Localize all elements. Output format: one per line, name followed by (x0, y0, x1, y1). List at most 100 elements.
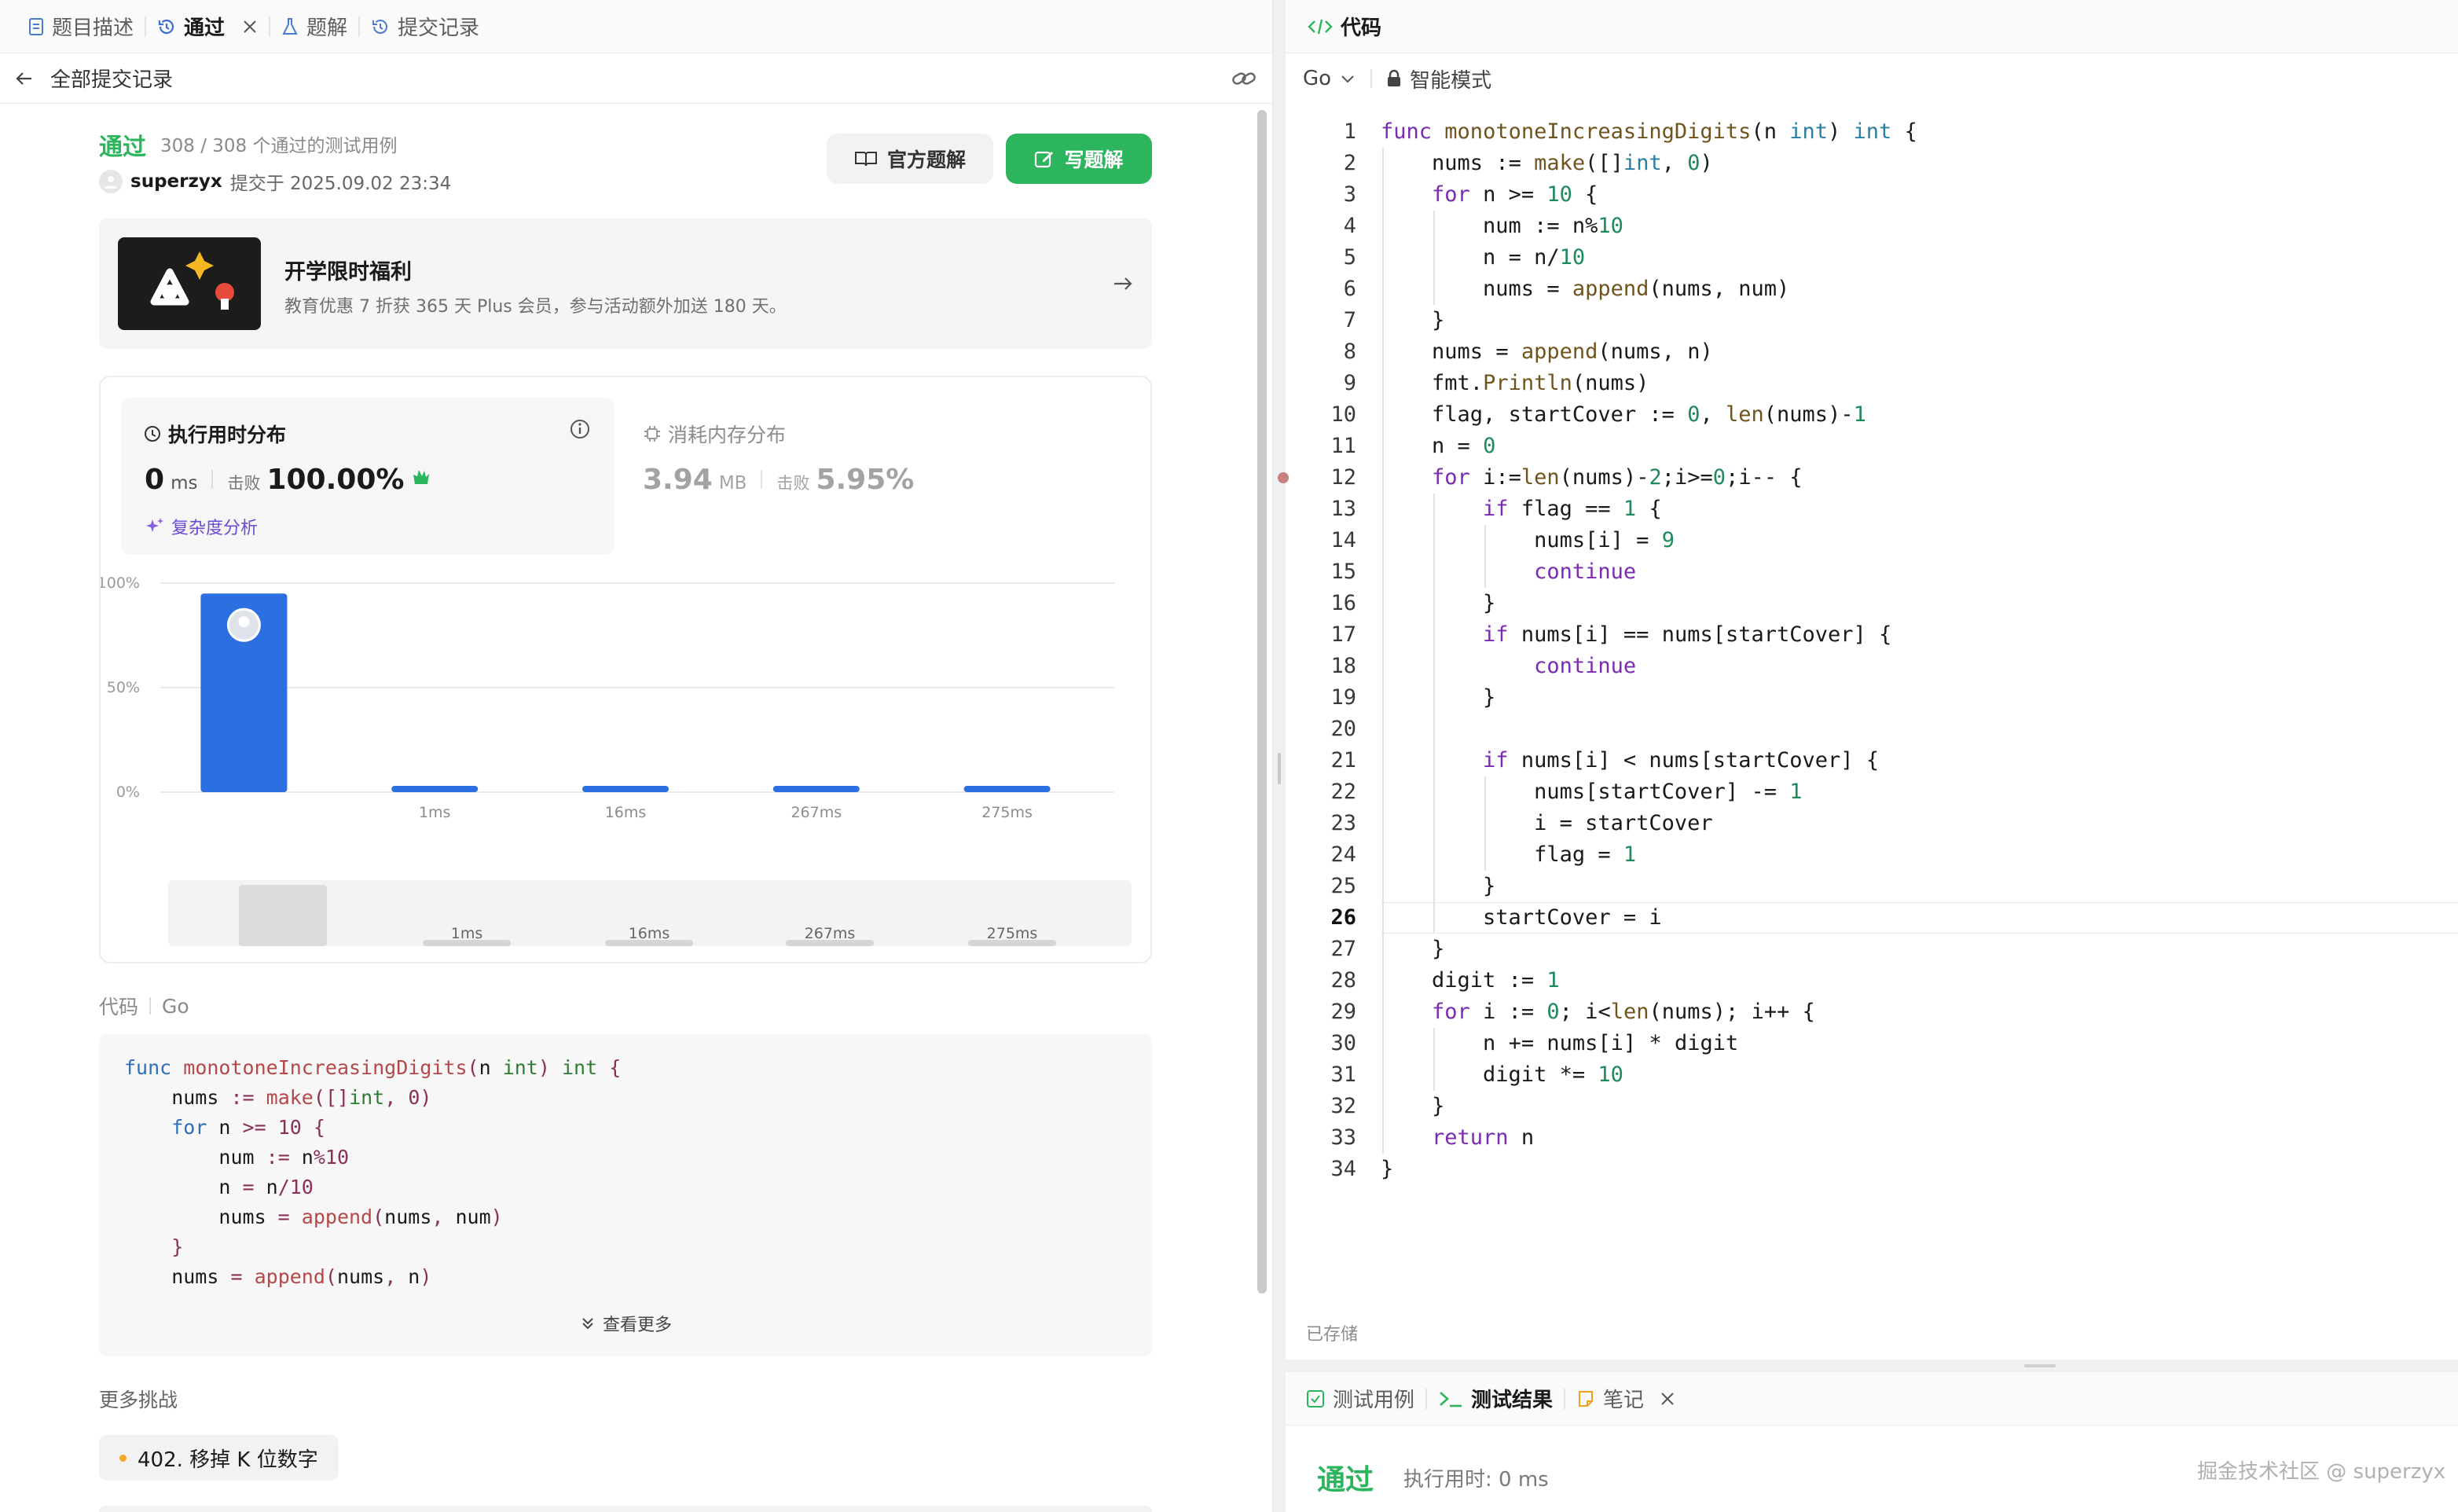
line-number[interactable]: 34 (1286, 1154, 1356, 1185)
runtime-title: 执行用时分布 (168, 424, 287, 446)
line-number[interactable]: 32 (1286, 1091, 1356, 1122)
all-submissions-link[interactable]: 全部提交记录 (50, 64, 173, 93)
close-icon[interactable] (1660, 1391, 1675, 1407)
distribution-bar[interactable] (582, 786, 669, 792)
tab-test-result[interactable]: 测试结果 (1427, 1372, 1564, 1426)
book-icon (854, 149, 878, 168)
tab-notes[interactable]: 笔记 (1565, 1372, 1686, 1426)
panel-resize-handle[interactable] (1278, 753, 1281, 784)
runtime-panel[interactable]: 执行用时分布 0 ms 击败 100.00% 复杂度分析 (121, 398, 614, 555)
bottom-resize-handle[interactable] (2024, 1364, 2056, 1367)
indent-guide (1433, 211, 1435, 305)
promo-banner[interactable]: 开学限时福利 教育优惠 7 折获 365 天 Plus 会员，参与活动额外加送 … (99, 218, 1152, 349)
write-solution-button[interactable]: 写题解 (1006, 134, 1152, 184)
editor-line[interactable] (1286, 305, 2458, 336)
chevron-down-icon[interactable] (1339, 70, 1356, 87)
note-icon (1576, 1389, 1595, 1408)
line-number[interactable]: 24 (1286, 839, 1356, 871)
test-result-runtime: 执行用时: 0 ms (1403, 1468, 1549, 1492)
tab-submissions[interactable]: 提交记录 (360, 0, 490, 53)
left-tabbar: 题目描述 通过 题解 提交记录 (0, 0, 1272, 53)
indent-guide (1382, 148, 1384, 1154)
line-number[interactable]: 23 (1286, 808, 1356, 839)
editor-line[interactable] (1286, 714, 2458, 745)
editor-toolbar: Go 智能模式 (1286, 53, 2458, 104)
user-row: superzyx 提交于 2025.09.02 23:34 (99, 168, 451, 195)
next-card-edge (99, 1506, 1152, 1512)
distribution-bar[interactable] (772, 786, 860, 792)
tab-code-label: 代码 (1341, 17, 1382, 40)
arrow-left-icon[interactable] (14, 68, 35, 89)
line-number[interactable]: 17 (1286, 619, 1356, 651)
history-icon (157, 17, 176, 36)
code-text: nums = append(nums, num) (1381, 277, 1790, 301)
challenge-chip[interactable]: 402. 移掉 K 位数字 (99, 1435, 339, 1481)
code-text: nums = append(nums, n) (1381, 339, 1713, 364)
tab-testcases[interactable]: 测试用例 (1295, 1372, 1425, 1426)
line-number[interactable]: 11 (1286, 431, 1356, 462)
arrow-right-icon[interactable] (1111, 272, 1135, 295)
chart-overview-slider[interactable]: 1ms 16ms 267ms 275ms (168, 880, 1132, 946)
language-select[interactable]: Go (1303, 67, 1331, 90)
line-number[interactable]: 15 (1286, 556, 1356, 588)
editor-line[interactable] (1286, 1091, 2458, 1122)
left-scrollbar[interactable] (1257, 110, 1267, 1294)
avatar[interactable] (99, 170, 123, 193)
smart-mode-label[interactable]: 智能模式 (1410, 64, 1491, 94)
line-number[interactable]: 19 (1286, 682, 1356, 714)
distribution-bar[interactable] (963, 786, 1051, 792)
line-number[interactable]: 8 (1286, 336, 1356, 368)
line-number[interactable]: 27 (1286, 934, 1356, 965)
tab-accepted[interactable]: 通过 (146, 0, 269, 53)
line-number[interactable]: 26 (1286, 902, 1356, 934)
status-accepted: 通过 (99, 134, 146, 161)
official-solution-button[interactable]: 官方题解 (827, 134, 993, 184)
tab-testcases-label: 测试用例 (1333, 1389, 1415, 1412)
editor-line[interactable] (1286, 934, 2458, 965)
line-number[interactable]: 4 (1286, 211, 1356, 242)
breakpoint-dot[interactable] (1278, 472, 1289, 483)
line-number[interactable]: 2 (1286, 148, 1356, 179)
line-number[interactable]: 1 (1286, 116, 1356, 148)
see-more-button[interactable]: 查看更多 (99, 1311, 1152, 1336)
overview-window[interactable] (239, 885, 327, 946)
line-number[interactable]: 10 (1286, 399, 1356, 431)
line-number[interactable]: 7 (1286, 305, 1356, 336)
tab-description[interactable]: 题目描述 (17, 0, 145, 53)
code-text: } (1483, 874, 1496, 898)
code-text: startCover = i (1381, 905, 1662, 930)
line-number[interactable]: 6 (1286, 273, 1356, 305)
complexity-analysis-link[interactable]: 复杂度分析 (145, 514, 258, 539)
line-number[interactable]: 20 (1286, 714, 1356, 745)
clock-icon (143, 424, 162, 443)
x-tick-label: 267ms (791, 804, 842, 821)
line-number[interactable]: 3 (1286, 179, 1356, 211)
line-number[interactable]: 22 (1286, 776, 1356, 808)
editor-line[interactable] (1286, 1154, 2458, 1185)
line-number[interactable]: 31 (1286, 1059, 1356, 1091)
memory-panel[interactable]: 消耗内存分布 3.94 MB 击败 5.95% (627, 398, 1130, 555)
runtime-distribution-chart[interactable]: 100% 50% 0% 1ms 16ms 267ms 275ms (101, 566, 1150, 864)
line-number[interactable]: 25 (1286, 871, 1356, 902)
username[interactable]: superzyx (130, 171, 222, 192)
close-icon[interactable] (242, 19, 258, 35)
line-number[interactable]: 29 (1286, 996, 1356, 1028)
line-number[interactable]: 5 (1286, 242, 1356, 273)
line-number[interactable]: 16 (1286, 588, 1356, 619)
line-number[interactable]: 14 (1286, 525, 1356, 556)
challenge-label: 402. 移掉 K 位数字 (138, 1448, 318, 1472)
line-number[interactable]: 33 (1286, 1122, 1356, 1154)
tab-solutions[interactable]: 题解 (270, 0, 358, 53)
line-number[interactable]: 12 (1286, 462, 1356, 494)
distribution-bar[interactable] (391, 786, 479, 792)
tab-code[interactable]: 代码 (1297, 0, 1392, 53)
line-number[interactable]: 13 (1286, 494, 1356, 525)
line-number[interactable]: 28 (1286, 965, 1356, 996)
line-number[interactable]: 9 (1286, 368, 1356, 399)
link-icon[interactable] (1231, 68, 1257, 90)
line-number[interactable]: 30 (1286, 1028, 1356, 1059)
code-editor[interactable]: 1 func monotoneIncreasingDigits(n int) in… (1278, 116, 2458, 1342)
info-icon[interactable] (569, 418, 591, 440)
line-number[interactable]: 18 (1286, 651, 1356, 682)
line-number[interactable]: 21 (1286, 745, 1356, 776)
